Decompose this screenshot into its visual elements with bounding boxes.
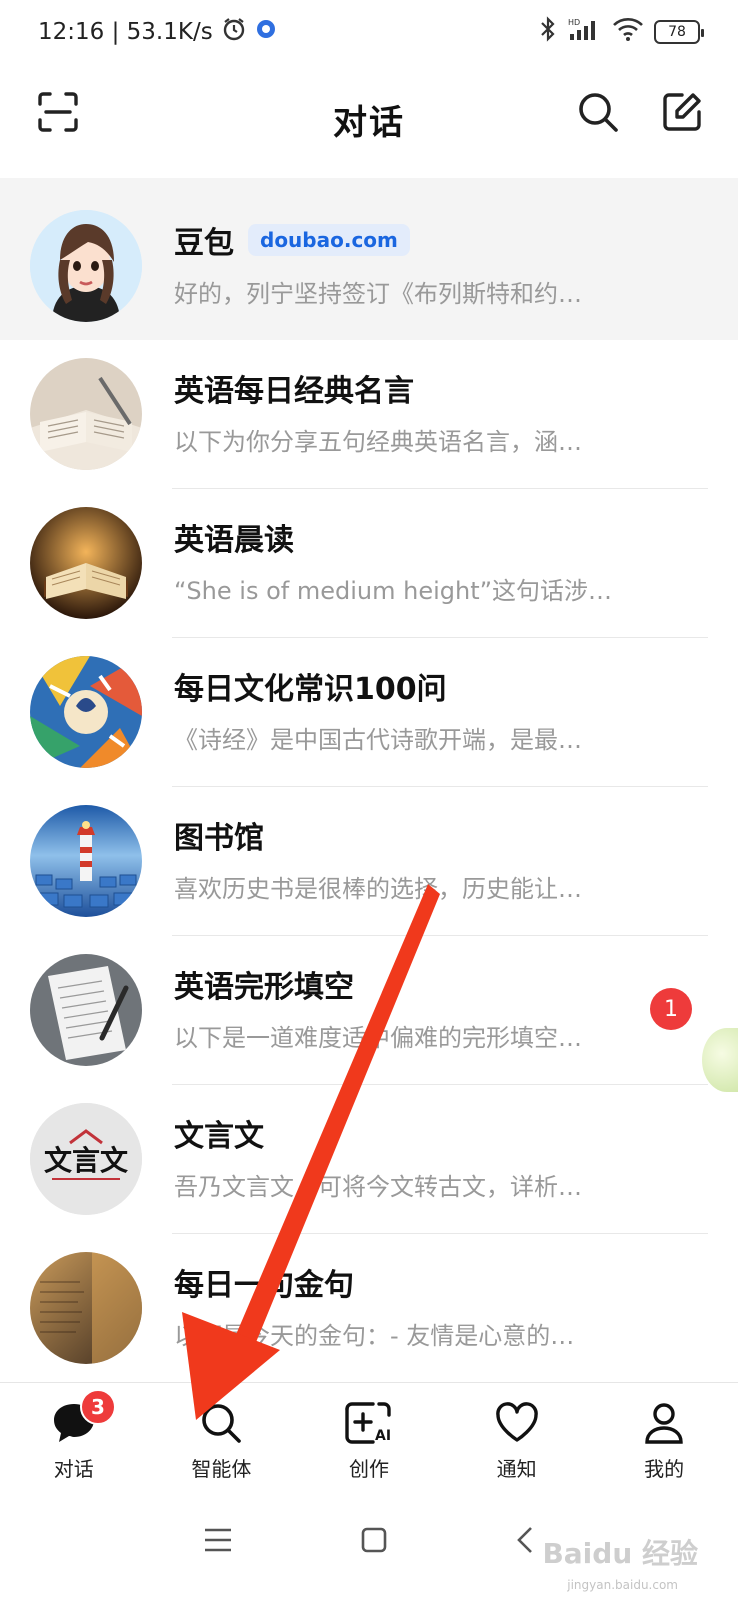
- chat-name: 豆包: [174, 226, 234, 261]
- header: 对话: [0, 64, 738, 174]
- chat-item-doubao[interactable]: 豆包 doubao.com 好的，列宁坚持签订《布列斯特和约…: [0, 178, 738, 340]
- chat-name: 英语完形填空: [174, 970, 354, 1005]
- nav-agents[interactable]: 智能体: [148, 1383, 296, 1482]
- profile-icon: [637, 1397, 691, 1449]
- scan-icon[interactable]: [32, 86, 84, 138]
- back-icon[interactable]: [515, 1526, 535, 1558]
- home-icon[interactable]: [360, 1526, 388, 1558]
- nav-chat[interactable]: 3 对话: [0, 1383, 148, 1482]
- unread-badge: 1: [650, 988, 692, 1030]
- battery-indicator: 78: [654, 20, 704, 44]
- avatar: 文言文: [30, 1103, 142, 1215]
- chat-preview: 吾乃文言文，可将今文转古文，详析…: [174, 1173, 582, 1201]
- svg-text:HD: HD: [568, 18, 580, 27]
- avatar: [30, 805, 142, 917]
- chat-item-library[interactable]: 图书馆 喜欢历史书是很棒的选择，历史能让…: [0, 787, 738, 936]
- status-time-speed: 12:16 | 53.1K/s: [38, 19, 213, 45]
- app-notification-icon: [255, 18, 277, 46]
- chat-preview: 喜欢历史书是很棒的选择，历史能让…: [174, 875, 582, 903]
- chat-name: 每日一句金句: [174, 1268, 354, 1303]
- search-icon[interactable]: [572, 86, 624, 138]
- chat-name: 英语晨读: [174, 523, 294, 558]
- chat-item-english-morning-reading[interactable]: 英语晨读 “She is of medium height”这句话涉…: [0, 489, 738, 638]
- chat-preview: 好的，列宁坚持签订《布列斯特和约…: [174, 280, 582, 308]
- wifi-icon: [612, 16, 644, 48]
- bottom-nav: 3 对话 智能体 AI 创作 通知 我的: [0, 1382, 738, 1482]
- avatar: [30, 507, 142, 619]
- nav-profile[interactable]: 我的: [590, 1383, 738, 1482]
- avatar: [30, 210, 142, 322]
- domain-tag[interactable]: doubao.com: [248, 224, 410, 256]
- avatar-text: 文言文: [43, 1144, 128, 1177]
- chat-item-classical-chinese[interactable]: 文言文 文言文 吾乃文言文，可将今文转古文，详析…: [0, 1085, 738, 1234]
- svg-text:AI: AI: [375, 1428, 391, 1444]
- search-icon: [194, 1397, 248, 1449]
- create-ai-icon: AI: [342, 1397, 396, 1449]
- edit-icon[interactable]: [656, 86, 708, 138]
- chat-item-english-cloze[interactable]: 英语完形填空 以下是一道难度适中偏难的完形填空… 1: [0, 936, 738, 1085]
- watermark-sub: jingyan.baidu.com: [567, 1578, 678, 1592]
- nav-label: 智能体: [191, 1457, 252, 1481]
- nav-label: 对话: [53, 1457, 94, 1481]
- nav-label: 通知: [496, 1457, 537, 1481]
- avatar: [30, 954, 142, 1066]
- chat-preview: 《诗经》是中国古代诗歌开端，是最…: [174, 726, 582, 754]
- chat-preview: 以下是今天的金句：- 友情是心意的…: [174, 1322, 575, 1350]
- menu-icon[interactable]: [203, 1526, 233, 1558]
- avatar: [30, 358, 142, 470]
- signal-icon: HD: [568, 16, 602, 48]
- status-bar: 12:16 | 53.1K/s HD 78: [0, 0, 738, 64]
- nav-badge: 3: [80, 1389, 116, 1425]
- chat-preview: 以下为你分享五句经典英语名言，涵…: [174, 428, 582, 456]
- heart-icon: [490, 1397, 544, 1449]
- page-title: 对话: [333, 102, 405, 143]
- chat-name: 英语每日经典名言: [174, 374, 414, 409]
- nav-label: 我的: [644, 1457, 685, 1481]
- chat-preview: “She is of medium height”这句话涉…: [174, 577, 613, 605]
- watermark: Baidu 经验: [542, 1537, 698, 1570]
- nav-label: 创作: [348, 1457, 389, 1481]
- chat-item-english-quotes[interactable]: 英语每日经典名言 以下为你分享五句经典英语名言，涵…: [0, 340, 738, 489]
- chat-list: 豆包 doubao.com 好的，列宁坚持签订《布列斯特和约… 英语每日经典名言…: [0, 178, 738, 1383]
- nav-notifications[interactable]: 通知: [443, 1383, 591, 1482]
- nav-create[interactable]: AI 创作: [295, 1383, 443, 1482]
- chat-item-culture-100[interactable]: 每日文化常识100问 《诗经》是中国古代诗歌开端，是最…: [0, 638, 738, 787]
- chat-name: 文言文: [174, 1119, 264, 1154]
- chat-item-daily-quote[interactable]: 每日一句金句 以下是今天的金句：- 友情是心意的…: [0, 1234, 738, 1383]
- bluetooth-icon: [538, 16, 558, 48]
- chat-preview: 以下是一道难度适中偏难的完形填空…: [174, 1024, 582, 1052]
- avatar: [30, 656, 142, 768]
- alarm-icon: [221, 16, 247, 48]
- chat-name: 图书馆: [174, 821, 264, 856]
- avatar: [30, 1252, 142, 1364]
- chat-name: 每日文化常识100问: [174, 672, 447, 707]
